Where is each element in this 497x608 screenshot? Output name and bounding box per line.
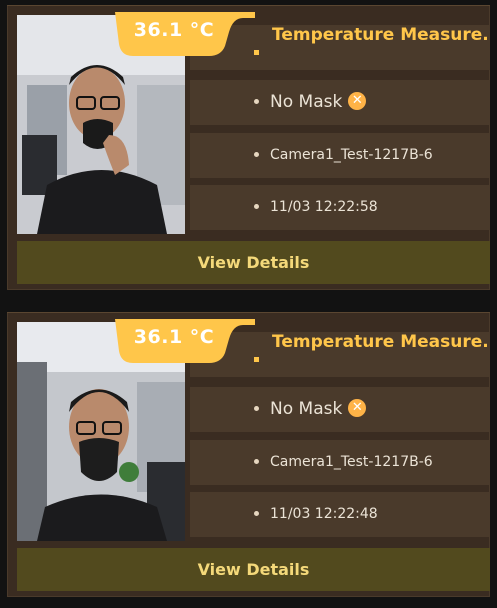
camera-row: Camera1_Test-1217B-6 (190, 440, 490, 485)
bullet-dot-icon (254, 152, 259, 157)
temperature-value: 36.1 °C (133, 19, 215, 41)
mask-status: No Mask (270, 92, 343, 112)
bullet-dot-icon (254, 511, 259, 516)
mask-status-row: No Mask ✕ (190, 80, 490, 125)
bullet-dot-icon (254, 204, 259, 209)
camera-name: Camera1_Test-1217B-6 (270, 147, 433, 163)
mask-status: No Mask (270, 399, 343, 419)
event-title: Temperature Measure... (272, 332, 490, 352)
bullet-dot-icon (254, 406, 259, 411)
camera-row: Camera1_Test-1217B-6 (190, 133, 490, 178)
temperature-badge: 36.1 °C (115, 12, 255, 56)
detection-card: 36.1 °C Temperature Measure... No Mask ✕ … (7, 312, 490, 597)
temperature-badge: 36.1 °C (115, 319, 255, 363)
detection-card: 36.1 °C Temperature Measure... No Mask ✕ … (7, 5, 490, 290)
x-circle-icon: ✕ (348, 398, 367, 417)
view-details-button[interactable]: View Details (17, 548, 490, 591)
mask-status-row: No Mask ✕ (190, 387, 490, 432)
timestamp: 11/03 12:22:58 (270, 199, 378, 215)
bullet-dot-icon (254, 99, 259, 104)
view-details-button[interactable]: View Details (17, 241, 490, 284)
timestamp: 11/03 12:22:48 (270, 506, 378, 522)
event-title: Temperature Measure... (272, 25, 490, 45)
temperature-value: 36.1 °C (133, 326, 215, 348)
timestamp-row: 11/03 12:22:48 (190, 492, 490, 537)
timestamp-row: 11/03 12:22:58 (190, 185, 490, 230)
bullet-dot-icon (254, 459, 259, 464)
camera-name: Camera1_Test-1217B-6 (270, 454, 433, 470)
x-circle-icon: ✕ (348, 91, 367, 110)
